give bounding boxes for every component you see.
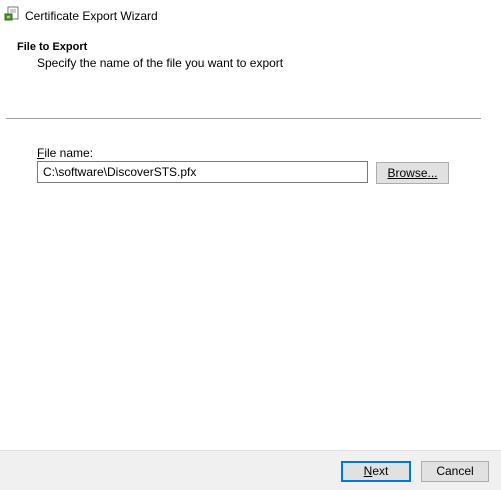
next-button-label: ext: [372, 464, 389, 478]
file-name-label: File name:: [37, 146, 93, 160]
window-title: Certificate Export Wizard: [25, 9, 158, 23]
file-name-label-text: ile name:: [44, 146, 94, 160]
page-subtitle: Specify the name of the file you want to…: [37, 56, 284, 70]
title-bar: Certificate Export Wizard: [0, 0, 501, 32]
certificate-wizard-icon: [4, 6, 20, 22]
browse-button[interactable]: Browse...: [376, 162, 449, 184]
page-title: File to Export: [17, 41, 88, 53]
cancel-button[interactable]: Cancel: [421, 461, 489, 482]
next-button[interactable]: Next: [341, 461, 411, 482]
header-divider: [6, 118, 481, 119]
browse-button-label: Browse...: [387, 166, 438, 180]
file-name-input[interactable]: [37, 161, 368, 183]
